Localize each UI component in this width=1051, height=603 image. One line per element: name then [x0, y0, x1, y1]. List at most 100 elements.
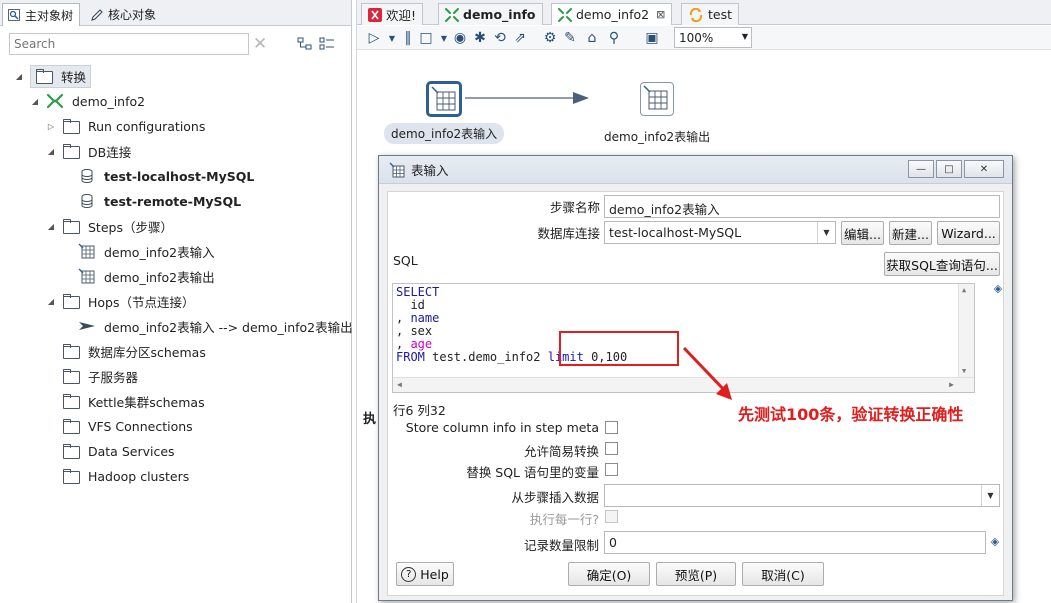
replay-icon[interactable]: ⟲ — [491, 29, 509, 47]
tree-node-slave-servers[interactable]: 子服务器 — [62, 365, 138, 387]
tree-node-label: VFS Connections — [88, 418, 193, 434]
annotation-text: 先测试100条，验证转换正确性 — [738, 405, 964, 424]
search-input[interactable] — [9, 33, 249, 55]
explore-db-icon[interactable]: ⌂ — [583, 29, 601, 47]
collapsed-arrow-icon[interactable]: ▷ — [46, 122, 56, 131]
tab-label: test — [708, 7, 733, 22]
expanded-arrow-icon[interactable]: ◢ — [46, 147, 56, 156]
db-connection-value: test-localhost-MySQL — [609, 225, 742, 240]
chevron-down-icon: ▼ — [817, 222, 835, 243]
tree-node-label: test-remote-MySQL — [104, 193, 242, 209]
expanded-arrow-icon[interactable]: ◢ — [46, 222, 56, 231]
help-icon: ? — [401, 566, 417, 582]
tree-node-db-connections[interactable]: ◢ DB连接 — [46, 140, 131, 162]
transformation-icon — [445, 7, 459, 22]
tab-label: 核心对象 — [108, 8, 157, 22]
scroll-up-icon[interactable]: ▲ — [962, 286, 966, 294]
step-label[interactable]: demo_info2表输出 — [597, 126, 717, 147]
tab-welcome[interactable]: 欢迎! — [361, 3, 424, 25]
tree-node-run-configurations[interactable]: ▷ Run configurations — [46, 115, 205, 137]
debug-icon[interactable]: ✱ — [471, 29, 489, 47]
cursor-position: 行6 列32 — [393, 403, 446, 418]
replace-variables-checkbox[interactable] — [605, 463, 618, 476]
scroll-down-icon[interactable]: ▼ — [962, 367, 966, 375]
database-icon — [81, 194, 93, 208]
variable-icon[interactable]: ◈ — [992, 283, 1004, 295]
collapse-all-icon[interactable] — [319, 37, 335, 51]
sql-icon[interactable]: ✎ — [561, 29, 579, 47]
expanded-arrow-icon[interactable]: ◢ — [14, 72, 24, 81]
insert-from-step-select[interactable]: ▼ — [604, 484, 1000, 507]
tree-node-hadoop-clusters[interactable]: Hadoop clusters — [62, 465, 189, 487]
snap-to-grid-icon[interactable]: ▣ — [643, 29, 661, 47]
wizard-button[interactable]: Wizard... — [937, 221, 1000, 245]
table-input-icon — [78, 243, 95, 259]
tree-node-cluster-schemas[interactable]: Kettle集群schemas — [62, 390, 205, 412]
sql-vertical-scrollbar[interactable]: ▲ ▼ — [958, 284, 974, 377]
edit-connection-button[interactable]: 编辑... — [841, 221, 884, 245]
maximize-icon[interactable]: □ — [936, 160, 962, 178]
step-table-output[interactable]: demo_info2表输出 — [597, 82, 717, 147]
table-input-icon — [431, 86, 456, 111]
tree-node-partition-schemas[interactable]: 数据库分区schemas — [62, 340, 206, 362]
execute-each-row-checkbox[interactable] — [605, 510, 618, 523]
expanded-arrow-icon[interactable]: ◢ — [30, 97, 40, 106]
minimize-icon[interactable]: — — [908, 160, 934, 178]
clear-search-icon[interactable]: ✕ — [253, 34, 267, 54]
tab-demo-info2[interactable]: demo_info2 ⊠ — [551, 3, 673, 25]
dialog-title-bar[interactable]: 表输入 — □ ✕ — [379, 156, 1012, 184]
step-label[interactable]: demo_info2表输入 — [384, 123, 505, 144]
expand-all-icon[interactable] — [297, 37, 313, 51]
step-name-field[interactable]: demo_info2表输入 — [604, 195, 1000, 218]
scroll-right-icon[interactable]: ▶ — [949, 380, 954, 389]
step-icon-box[interactable] — [640, 82, 675, 116]
tree-node-selected[interactable]: 转换 — [30, 64, 92, 88]
tab-close-icon[interactable]: ⊠ — [656, 8, 665, 21]
tree-node-vfs-connections[interactable]: VFS Connections — [62, 415, 193, 437]
new-connection-button[interactable]: 新建... — [889, 221, 932, 245]
tree-node-demo-info2[interactable]: ◢ demo_info2 — [30, 90, 145, 112]
tree-node-transformations[interactable]: ◢ 转换 — [14, 64, 92, 88]
expanded-arrow-icon[interactable]: ◢ — [46, 297, 56, 306]
get-sql-button[interactable]: 获取SQL查询语句... — [884, 252, 1000, 276]
variable-icon[interactable]: ◈ — [989, 536, 1001, 548]
tab-demo-info[interactable]: demo_info — [438, 3, 543, 25]
tree-node-hop[interactable]: demo_info2表输入 --> demo_info2表输出 ( — [78, 315, 361, 337]
tree-node-label: 数据库分区schemas — [88, 344, 206, 360]
run-icon[interactable]: ▷ — [365, 29, 383, 47]
tree-node-label: Kettle集群schemas — [88, 394, 205, 410]
ok-button[interactable]: 确定(O) — [568, 562, 650, 586]
preview-icon[interactable]: ◉ — [451, 29, 469, 47]
limit-field[interactable]: 0 — [604, 531, 986, 554]
folder-icon — [62, 443, 80, 459]
close-icon[interactable]: ✕ — [964, 160, 1004, 178]
search-row: ✕ — [9, 33, 345, 57]
db-connection-select[interactable]: test-localhost-MySQL ▼ — [604, 221, 836, 244]
tree-node-db-remote[interactable]: test-remote-MySQL — [78, 190, 241, 212]
tab-core-objects[interactable]: 核心对象 — [86, 3, 162, 26]
tree-node-steps[interactable]: ◢ Steps（步骤） — [46, 215, 173, 237]
tree-node-step-input[interactable]: demo_info2表输入 — [78, 240, 215, 262]
stop-icon[interactable]: □ — [417, 29, 435, 47]
preview-button[interactable]: 预览(P) — [656, 562, 736, 586]
lazy-conversion-checkbox[interactable] — [605, 442, 618, 455]
tree-node-hops[interactable]: ◢ Hops（节点连接） — [46, 290, 195, 312]
store-column-checkbox[interactable] — [605, 421, 618, 434]
tree-node-data-services[interactable]: Data Services — [62, 440, 175, 462]
tab-main-object-tree[interactable]: 主对象树 — [2, 3, 81, 26]
zoom-select[interactable]: 100% ▼ — [674, 27, 752, 48]
pause-icon[interactable]: ‖ — [399, 29, 417, 47]
db-connection-label: 数据库连接 — [537, 226, 600, 241]
search-metadata-icon[interactable]: ⚲ — [605, 29, 623, 47]
help-button[interactable]: ? Help — [396, 562, 454, 586]
tree-node-db-localhost[interactable]: test-localhost-MySQL — [78, 165, 254, 187]
verify-icon[interactable]: ⇗ — [511, 29, 529, 47]
step-table-input[interactable]: demo_info2表输入 — [384, 81, 505, 144]
analyze-impact-icon[interactable]: ⚙ — [541, 29, 559, 47]
insert-from-step-label: 从步骤插入数据 — [511, 490, 599, 505]
tree-node-step-output[interactable]: demo_info2表输出 — [78, 265, 215, 287]
scroll-left-icon[interactable]: ◀ — [397, 380, 402, 389]
tab-test[interactable]: test — [681, 3, 740, 25]
cancel-button[interactable]: 取消(C) — [742, 562, 824, 586]
step-icon-box[interactable] — [426, 81, 463, 117]
